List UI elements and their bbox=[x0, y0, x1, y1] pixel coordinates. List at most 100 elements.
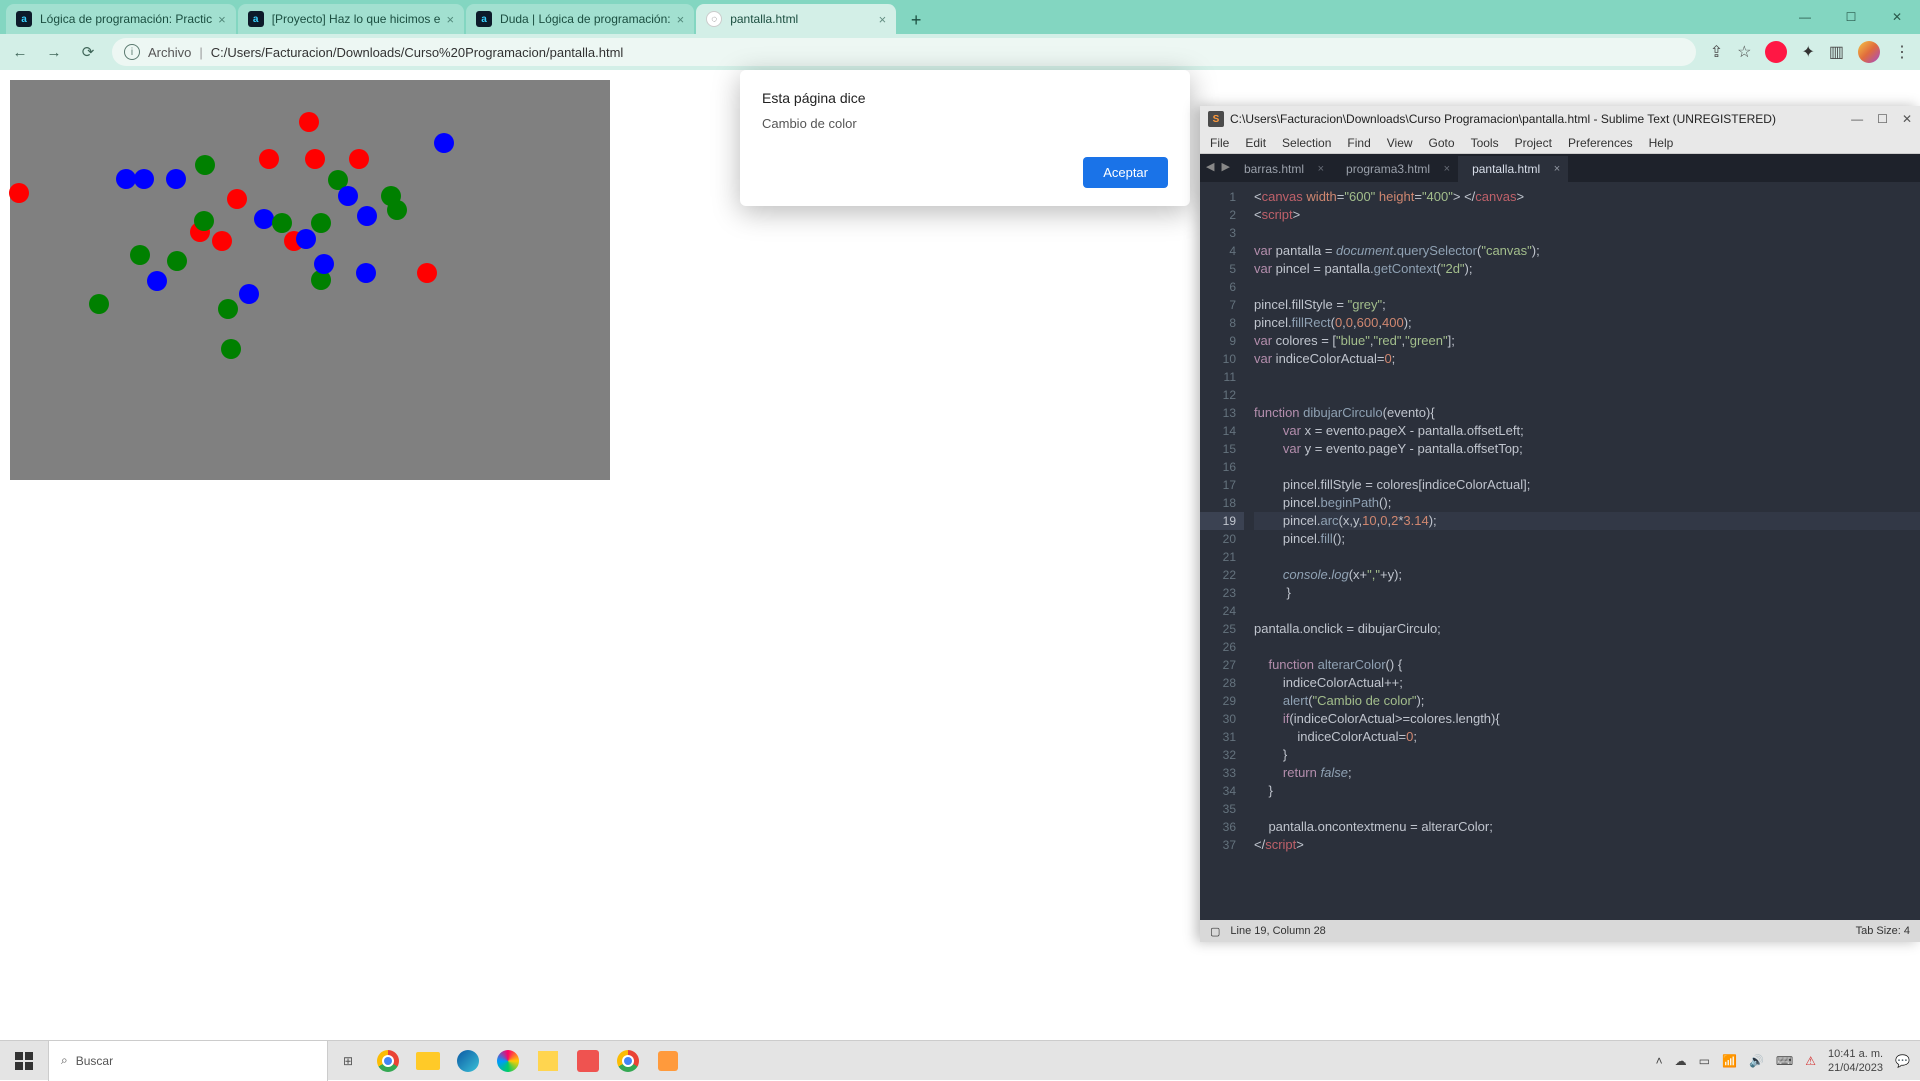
close-icon[interactable]: × bbox=[677, 12, 685, 27]
canvas-dot bbox=[338, 186, 358, 206]
tray-wifi-icon[interactable]: 📶 bbox=[1722, 1054, 1737, 1068]
browser-tab-3[interactable]: ◌pantalla.html× bbox=[696, 4, 896, 34]
menu-file[interactable]: File bbox=[1210, 136, 1229, 150]
tray-language-icon[interactable]: ⌨ bbox=[1776, 1054, 1793, 1068]
share-icon[interactable]: ⇪ bbox=[1710, 42, 1723, 62]
browser-tab-0[interactable]: a Lógica de programación: Practic × bbox=[6, 4, 236, 34]
notifications-icon[interactable]: 💬 bbox=[1895, 1054, 1910, 1068]
taskbar-app-paint[interactable] bbox=[494, 1047, 522, 1075]
tray-volume-icon[interactable]: 🔊 bbox=[1749, 1054, 1764, 1068]
canvas-dot bbox=[134, 169, 154, 189]
taskbar-app-notes[interactable] bbox=[534, 1047, 562, 1075]
canvas-dot bbox=[221, 339, 241, 359]
tray-chevron-icon[interactable]: ˄ bbox=[1656, 1054, 1663, 1068]
canvas-dot bbox=[147, 271, 167, 291]
taskbar-app-anydesk[interactable] bbox=[574, 1047, 602, 1075]
close-button[interactable]: ✕ bbox=[1874, 0, 1920, 34]
reload-button[interactable]: ⟳ bbox=[78, 43, 98, 61]
sublime-menubar: File Edit Selection Find View Goto Tools Projec… bbox=[1200, 132, 1920, 154]
editor-tab-2[interactable]: pantalla.html× bbox=[1458, 156, 1568, 182]
favicon: a bbox=[16, 11, 32, 27]
close-icon[interactable]: × bbox=[446, 12, 454, 27]
favicon: a bbox=[476, 11, 492, 27]
canvas-dot bbox=[218, 299, 238, 319]
favicon: a bbox=[248, 11, 264, 27]
canvas-dot bbox=[167, 251, 187, 271]
sidepanel-icon[interactable]: ▥ bbox=[1829, 42, 1844, 62]
taskbar-app-edge[interactable] bbox=[454, 1047, 482, 1075]
editor-tab-0[interactable]: barras.html× bbox=[1230, 156, 1332, 182]
menu-help[interactable]: Help bbox=[1649, 136, 1674, 150]
url-path: C:/Users/Facturacion/Downloads/Curso%20P… bbox=[211, 45, 624, 60]
editor-tab-1[interactable]: programa3.html× bbox=[1332, 156, 1458, 182]
menu-preferences[interactable]: Preferences bbox=[1568, 136, 1633, 150]
close-button[interactable]: ✕ bbox=[1902, 112, 1912, 126]
canvas-dot bbox=[89, 294, 109, 314]
url-scheme: Archivo bbox=[148, 45, 191, 60]
window-controls: — ☐ ✕ bbox=[1782, 0, 1920, 34]
extension-opera-icon[interactable] bbox=[1765, 41, 1787, 63]
browser-tab-1[interactable]: a[Proyecto] Haz lo que hicimos e× bbox=[238, 4, 464, 34]
back-button[interactable]: ← bbox=[10, 44, 30, 61]
code-content[interactable]: <canvas width="600" height="400"> </canv… bbox=[1244, 182, 1920, 920]
bookmark-icon[interactable]: ☆ bbox=[1737, 42, 1751, 62]
canvas-dot bbox=[387, 200, 407, 220]
tab-title: Duda | Lógica de programación: bbox=[500, 12, 671, 26]
menu-view[interactable]: View bbox=[1387, 136, 1413, 150]
canvas-dot bbox=[166, 169, 186, 189]
url-field[interactable]: i Archivo | C:/Users/Facturacion/Downloa… bbox=[112, 38, 1696, 66]
menu-project[interactable]: Project bbox=[1515, 136, 1552, 150]
tab-nav-arrows[interactable]: ◀ ▶ bbox=[1206, 160, 1232, 173]
canvas-dot bbox=[314, 254, 334, 274]
tab-title: Lógica de programación: Practic bbox=[40, 12, 212, 26]
canvas-dot bbox=[212, 231, 232, 251]
sublime-titlebar[interactable]: S C:\Users\Facturacion\Downloads\Curso P… bbox=[1200, 106, 1920, 132]
canvas-dot bbox=[305, 149, 325, 169]
close-icon[interactable]: × bbox=[1554, 163, 1560, 175]
taskbar-app-sublime[interactable] bbox=[654, 1047, 682, 1075]
menu-tools[interactable]: Tools bbox=[1471, 136, 1499, 150]
minimize-button[interactable]: — bbox=[1851, 112, 1863, 126]
new-tab-button[interactable]: + bbox=[902, 6, 930, 34]
info-icon[interactable]: i bbox=[124, 44, 140, 60]
close-icon[interactable]: × bbox=[1444, 163, 1450, 175]
profile-avatar[interactable] bbox=[1858, 41, 1880, 63]
taskbar-app-chrome[interactable] bbox=[374, 1047, 402, 1075]
extensions-icon[interactable]: ✦ bbox=[1801, 42, 1814, 62]
menu-goto[interactable]: Goto bbox=[1429, 136, 1455, 150]
taskbar-app-explorer[interactable] bbox=[414, 1047, 442, 1075]
start-button[interactable] bbox=[0, 1041, 48, 1081]
editor-area[interactable]: 1234567891011121314151617181920212223242… bbox=[1200, 182, 1920, 920]
taskbar-search[interactable]: ⌕ Buscar bbox=[48, 1041, 328, 1081]
canvas-dot bbox=[130, 245, 150, 265]
sublime-statusbar: ▢ Line 19, Column 28 Tab Size: 4 bbox=[1200, 920, 1920, 942]
close-icon[interactable]: × bbox=[218, 12, 226, 27]
menu-edit[interactable]: Edit bbox=[1245, 136, 1266, 150]
status-tabsize[interactable]: Tab Size: 4 bbox=[1856, 925, 1910, 937]
tray-battery-icon[interactable]: ▭ bbox=[1699, 1054, 1710, 1068]
sublime-window: S C:\Users\Facturacion\Downloads\Curso P… bbox=[1200, 106, 1920, 942]
canvas-dot bbox=[311, 213, 331, 233]
tray-onedrive-icon[interactable]: ☁ bbox=[1675, 1054, 1687, 1068]
panel-toggle-icon[interactable]: ▢ bbox=[1210, 925, 1220, 938]
task-view-button[interactable]: ⊞ bbox=[334, 1047, 362, 1075]
taskbar-clock[interactable]: 10:41 a. m. 21/04/2023 bbox=[1828, 1047, 1883, 1075]
alert-ok-button[interactable]: Aceptar bbox=[1083, 157, 1168, 188]
search-placeholder: Buscar bbox=[76, 1054, 113, 1068]
taskbar-app-chrome2[interactable] bbox=[614, 1047, 642, 1075]
close-icon[interactable]: × bbox=[1318, 163, 1324, 175]
browser-tab-2[interactable]: a Duda | Lógica de programación: × bbox=[466, 4, 694, 34]
favicon: ◌ bbox=[706, 11, 722, 27]
menu-icon[interactable]: ⋮ bbox=[1894, 42, 1910, 62]
tray-security-icon[interactable]: ⚠ bbox=[1805, 1054, 1816, 1068]
menu-selection[interactable]: Selection bbox=[1282, 136, 1331, 150]
drawing-canvas[interactable] bbox=[10, 80, 610, 480]
menu-find[interactable]: Find bbox=[1347, 136, 1370, 150]
forward-button[interactable]: → bbox=[44, 44, 64, 61]
close-icon[interactable]: × bbox=[879, 12, 887, 27]
tabstrip: a Lógica de programación: Practic × a[Proy… bbox=[0, 0, 1920, 34]
maximize-button[interactable]: ☐ bbox=[1828, 0, 1874, 34]
maximize-button[interactable]: ☐ bbox=[1877, 112, 1888, 126]
minimize-button[interactable]: — bbox=[1782, 0, 1828, 34]
canvas-dot bbox=[272, 213, 292, 233]
